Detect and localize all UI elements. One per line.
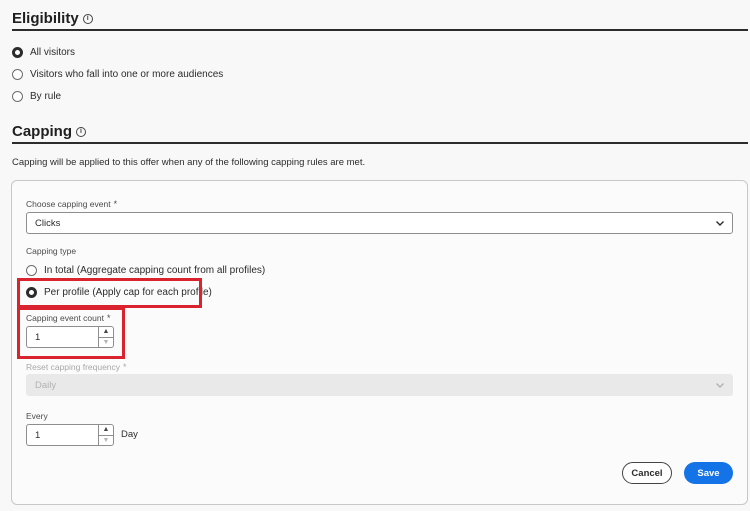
capping-event-value: Clicks xyxy=(35,217,61,229)
radio-label: Visitors who fall into one or more audie… xyxy=(30,69,224,80)
radio-by-rule[interactable]: By rule xyxy=(12,91,61,102)
every-label: Every xyxy=(26,411,48,421)
info-icon[interactable]: i xyxy=(76,126,86,137)
reset-frequency-value: Daily xyxy=(35,379,57,391)
radio-all-visitors[interactable]: All visitors xyxy=(12,47,75,58)
capping-title-text: Capping xyxy=(12,123,72,140)
count-highlight xyxy=(17,307,125,359)
every-input[interactable]: 1 xyxy=(26,424,98,446)
capping-divider xyxy=(12,142,748,144)
reset-frequency-select: Daily xyxy=(26,374,733,396)
radio-label: By rule xyxy=(30,91,62,102)
radio-audiences[interactable]: Visitors who fall into one or more audie… xyxy=(12,69,223,80)
capping-title: Capping i xyxy=(12,123,86,140)
capping-description: Capping will be applied to this offer wh… xyxy=(12,157,366,168)
eligibility-title: Eligibility i xyxy=(12,10,93,27)
capping-event-select[interactable]: Clicks xyxy=(26,212,733,234)
capping-type-label: Capping type xyxy=(26,246,77,256)
increment-icon[interactable]: ▲ xyxy=(99,425,113,435)
required-marker: * xyxy=(123,362,127,372)
save-button[interactable]: Save xyxy=(684,462,733,484)
radio-label: In total (Aggregate capping count from a… xyxy=(44,265,266,276)
radio-in-total[interactable]: In total (Aggregate capping count from a… xyxy=(26,265,265,276)
every-stepper[interactable]: 1 ▲ ▼ xyxy=(26,424,114,446)
capping-event-label: Choose capping event * xyxy=(26,199,118,209)
per-profile-highlight xyxy=(17,278,202,308)
radio-button[interactable] xyxy=(12,91,23,102)
radio-button[interactable] xyxy=(26,265,37,276)
eligibility-divider xyxy=(12,29,748,31)
radio-label: All visitors xyxy=(30,47,76,58)
cancel-button[interactable]: Cancel xyxy=(622,462,672,484)
eligibility-title-text: Eligibility xyxy=(12,10,79,27)
radio-button-selected[interactable] xyxy=(12,47,23,58)
radio-button[interactable] xyxy=(12,69,23,80)
every-unit: Day xyxy=(121,429,138,440)
chevron-down-icon xyxy=(716,383,724,388)
decrement-icon[interactable]: ▼ xyxy=(99,434,113,446)
required-marker: * xyxy=(113,199,118,209)
info-icon[interactable]: i xyxy=(82,13,93,24)
chevron-down-icon xyxy=(716,221,724,226)
reset-frequency-label: Reset capping frequency * xyxy=(26,362,127,372)
